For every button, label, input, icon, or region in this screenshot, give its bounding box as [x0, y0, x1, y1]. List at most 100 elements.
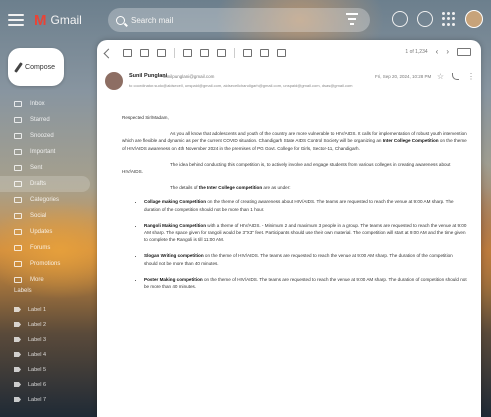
recipients-line[interactable]: to coordinator.sudo@aidsecell, unspaid@g… [129, 83, 429, 88]
mark-unread-icon[interactable] [183, 49, 192, 57]
settings-icon[interactable] [417, 11, 433, 27]
reply-icon[interactable] [452, 73, 459, 80]
label-item-text: Label 5 [28, 366, 47, 373]
sidebar-item-label: Starred [30, 117, 50, 123]
competition-title: Rangoli Making Competition [144, 222, 207, 228]
sidebar-item-label: Updates [30, 229, 53, 235]
pencil-icon [14, 61, 23, 73]
compose-button[interactable]: Compose [8, 48, 64, 86]
sidebar-item-label: More [30, 277, 44, 283]
competition-title: Collage making Competition [144, 199, 207, 205]
more-vert-icon[interactable]: ⋮ [467, 72, 475, 80]
label-item-text: Label 6 [28, 381, 47, 388]
top-right-controls [392, 10, 483, 28]
label-tag-icon [14, 337, 21, 342]
label-item[interactable]: Label 1 [0, 302, 96, 317]
label-tag-icon [14, 307, 21, 312]
help-icon[interactable] [392, 11, 408, 27]
label-item-text: Label 7 [28, 396, 47, 403]
sidebar-item[interactable]: Sent [0, 160, 96, 176]
search-options-icon[interactable] [346, 13, 358, 25]
sidebar-item[interactable]: Inbox [0, 96, 96, 112]
label-tag-icon [14, 397, 21, 402]
sidebar-item[interactable]: Starred [0, 112, 96, 128]
competition-list: Collage making Competition on the theme … [122, 198, 467, 290]
keyboard-icon[interactable] [457, 47, 471, 56]
greeting: Respected Sir/Madam, [122, 115, 169, 120]
label-item[interactable]: Label 6 [0, 377, 96, 392]
sidebar-item[interactable]: Categories [0, 192, 96, 208]
label-item[interactable]: Label 2 [0, 317, 96, 332]
label-list: Label 1 Label 2 Label 3 Label 4 Label 5 … [0, 302, 96, 407]
send-icon [14, 165, 22, 171]
sender-name[interactable]: Sunil Punglani [129, 73, 167, 79]
sidebar-item-label: Inbox [30, 101, 45, 107]
paragraph-idea: The idea behind conducting this competit… [122, 161, 451, 175]
search-input[interactable] [131, 15, 331, 25]
label-item-text: Label 1 [28, 306, 47, 313]
hamburger-menu-icon[interactable] [8, 14, 24, 26]
sidebar-item-label: Categories [30, 197, 60, 203]
toolbar-right: 1 of 1,234 ‹ › [405, 47, 471, 56]
move-to-icon[interactable] [243, 49, 252, 57]
add-task-icon[interactable] [217, 49, 226, 57]
delete-icon[interactable] [157, 49, 166, 57]
paragraph-details: The details of the Inter College competi… [170, 185, 291, 191]
sidebar-item-label: Snoozed [30, 133, 54, 139]
label-item[interactable]: Label 3 [0, 332, 96, 347]
info-icon [14, 229, 22, 235]
competition-title: Slogan Writing competition [144, 253, 204, 259]
label-as-icon[interactable] [260, 49, 269, 57]
sender-email: sunilpunglani@gmail.com [163, 74, 215, 79]
search-bar[interactable] [108, 8, 370, 32]
back-arrow-icon[interactable] [103, 48, 114, 58]
label-item[interactable]: Label 5 [0, 362, 96, 377]
sidebar-item-label: Forums [30, 245, 51, 251]
apps-grid-icon[interactable] [442, 12, 456, 26]
sidebar-item-label: Social [30, 213, 47, 219]
clock-icon [14, 133, 22, 139]
label-item-text: Label 4 [28, 351, 47, 358]
sidebar-item[interactable]: Forums [0, 240, 96, 256]
label-item[interactable]: Label 4 [0, 347, 96, 362]
archive-icon[interactable] [123, 49, 132, 57]
chevron-left-icon[interactable]: ‹ [436, 47, 439, 56]
label-tag-icon [14, 352, 21, 357]
sidebar-item-active[interactable]: Drafts [0, 176, 90, 192]
more-actions-icon[interactable] [277, 49, 286, 57]
snooze-icon[interactable] [200, 49, 209, 57]
sidebar-item[interactable]: Promotions [0, 256, 96, 272]
star-icon[interactable]: ☆ [437, 72, 444, 81]
gmail-logo[interactable]: M Gmail [34, 12, 82, 29]
email-view-panel: 1 of 1,234 ‹ › Sunil Punglani sunilpungl… [97, 40, 481, 417]
sender-avatar[interactable] [105, 72, 123, 90]
chevron-down-icon [14, 277, 22, 283]
email-date: Fri, Sep 20, 2024, 10:28 PM [375, 74, 432, 79]
label-tag-icon [14, 322, 21, 327]
sidebar-item[interactable]: Updates [0, 224, 96, 240]
email-body: Respected Sir/Madam, As you all know tha… [122, 114, 467, 299]
search-icon[interactable] [116, 15, 125, 25]
sidebar-item[interactable]: Social [0, 208, 96, 224]
report-spam-icon[interactable] [140, 49, 149, 57]
label-tag-icon [14, 367, 21, 372]
label-item[interactable]: Label 7 [0, 392, 96, 407]
sidebar-item[interactable]: Snoozed [0, 128, 96, 144]
important-icon [14, 149, 22, 155]
people-icon [14, 213, 22, 219]
chevron-right-icon[interactable]: › [446, 47, 449, 56]
label-tag-icon [14, 382, 21, 387]
star-icon [14, 117, 22, 123]
account-avatar[interactable] [465, 10, 483, 28]
inbox-icon [14, 101, 22, 107]
email-toolbar: 1 of 1,234 ‹ › [97, 40, 481, 66]
toolbar-divider [234, 48, 235, 58]
sidebar-item[interactable]: Important [0, 144, 96, 160]
pagination-text: 1 of 1,234 [405, 48, 428, 55]
list-item: Collage making Competition on the theme … [144, 198, 467, 212]
toolbar-divider [174, 48, 175, 58]
gmail-m-icon: M [34, 11, 47, 29]
sidebar-item-label: Important [30, 149, 56, 155]
sidebar-item[interactable]: More [0, 272, 96, 288]
bold-phrase: Inter College Competition [382, 138, 439, 144]
